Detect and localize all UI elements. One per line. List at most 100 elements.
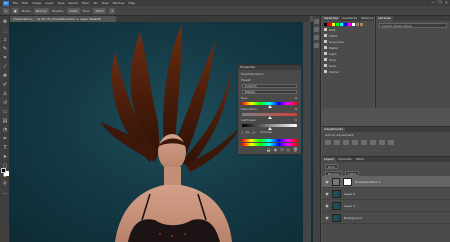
layer-opacity-field[interactable]: 100% — [344, 171, 360, 176]
layer-kind-filter[interactable]: Kind — [325, 164, 338, 169]
properties-title[interactable]: Properties — [238, 65, 301, 70]
layer-row[interactable]: ◉ Layer 2 — [322, 188, 450, 200]
tab-channels[interactable]: Channels — [336, 157, 354, 162]
eyedropper-subtract-icon[interactable]: ⁄− — [253, 130, 257, 135]
swatch-folder[interactable]: CMYK — [324, 33, 374, 38]
flow-field[interactable]: 100% — [93, 7, 106, 14]
airbrush-icon[interactable]: ✈ — [108, 7, 116, 14]
swatch-color[interactable] — [324, 23, 327, 26]
swatch-color[interactable] — [344, 23, 347, 26]
character-panel-icon[interactable] — [314, 43, 319, 48]
levels-icon[interactable] — [334, 140, 340, 145]
visibility-eye-icon[interactable]: ◉ — [325, 179, 329, 184]
adjustment-thumbnail[interactable] — [332, 177, 340, 186]
visibility-eye-icon[interactable]: ◉ — [325, 191, 329, 196]
hue-slider[interactable] — [242, 102, 297, 108]
swatch-folder[interactable]: RGB — [324, 27, 374, 32]
eyedropper-add-icon[interactable]: ⁄+ — [246, 130, 250, 135]
swatch-color[interactable] — [356, 23, 359, 26]
layer-thumbnail[interactable] — [332, 213, 341, 222]
brush-tool-icon[interactable]: ✐ — [2, 82, 8, 88]
library-search-input[interactable]: Search Adobe Stock — [379, 23, 447, 28]
canvas-scrollbar[interactable] — [303, 22, 311, 242]
tab-adjustments[interactable]: Adjustments — [322, 127, 345, 132]
layer-name[interactable]: Layer 2 — [344, 192, 355, 196]
black-white-icon[interactable] — [388, 140, 394, 145]
foreground-color[interactable] — [1, 168, 6, 173]
swatch-color[interactable] — [348, 23, 351, 26]
color-swatches[interactable] — [1, 168, 9, 176]
layer-thumbnail[interactable] — [332, 189, 341, 198]
tab-layers[interactable]: Layers — [322, 157, 336, 162]
blend-mode-select[interactable]: Normal — [325, 171, 342, 176]
opacity-field[interactable]: 100% — [67, 7, 80, 14]
brush-preset-icon[interactable]: ● — [12, 7, 19, 14]
lightness-slider-thumb[interactable] — [267, 127, 272, 130]
exposure-icon[interactable] — [352, 140, 358, 145]
layer-thumbnail[interactable] — [332, 201, 341, 210]
tab-gradients[interactable]: Gradients — [340, 16, 359, 21]
eyedropper-tool-icon[interactable]: ⁄ — [2, 64, 8, 70]
clip-to-layer-icon[interactable]: ⬓ — [267, 147, 271, 152]
clone-stamp-tool-icon[interactable]: ♙ — [2, 91, 8, 97]
channel-select[interactable]: Master — [242, 90, 297, 94]
tab-swatches[interactable]: Swatches — [322, 16, 341, 21]
vibrance-icon[interactable] — [361, 140, 367, 145]
swatch-color[interactable] — [332, 23, 335, 26]
tab-patterns[interactable]: Patterns — [359, 16, 375, 21]
layer-row[interactable]: ◉ Background — [322, 212, 450, 224]
lasso-tool-icon[interactable]: ↄ — [2, 37, 8, 43]
view-previous-icon[interactable]: ◉ — [274, 147, 278, 152]
eraser-tool-icon[interactable]: ▭ — [2, 109, 8, 115]
swatch-folder[interactable]: Pure — [324, 57, 374, 62]
crop-tool-icon[interactable]: ⌗ — [2, 55, 8, 61]
lightness-value[interactable]: 0 — [295, 118, 297, 122]
brush-settings-icon[interactable] — [314, 27, 319, 32]
saturation-slider[interactable] — [242, 113, 297, 119]
hue-saturation-icon[interactable] — [370, 140, 376, 145]
visibility-icon[interactable]: ◎ — [286, 147, 290, 152]
trash-icon[interactable]: 🗑 — [293, 147, 298, 152]
layer-mask-thumbnail[interactable] — [343, 177, 352, 186]
swatch-color[interactable] — [328, 23, 331, 26]
swatch-color[interactable] — [360, 23, 363, 26]
tab-libraries[interactable]: Libraries — [376, 16, 393, 21]
lightness-slider[interactable] — [242, 124, 297, 130]
gradient-tool-icon[interactable]: ▤ — [2, 118, 8, 124]
colorize-checkbox-label[interactable]: Colorize — [260, 130, 272, 135]
curves-icon[interactable] — [343, 140, 349, 145]
swatch-color[interactable] — [352, 23, 355, 26]
history-panel-icon[interactable] — [314, 19, 319, 24]
history-brush-tool-icon[interactable]: ↺ — [2, 100, 8, 106]
layer-name[interactable]: Layer 1 — [344, 204, 355, 208]
reset-icon[interactable]: ↺ — [280, 147, 283, 152]
mode-select[interactable]: Normal — [33, 7, 49, 14]
swatch-color[interactable] — [340, 23, 343, 26]
home-icon[interactable]: ⌂ — [3, 7, 9, 14]
saturation-value[interactable]: 0 — [295, 107, 297, 111]
eyedropper-icon[interactable]: ⁄ — [242, 130, 243, 135]
brightness-contrast-icon[interactable] — [325, 140, 331, 145]
more-tools-icon[interactable]: … — [2, 190, 8, 196]
visibility-eye-icon[interactable]: ◉ — [325, 203, 329, 208]
marquee-tool-icon[interactable]: ⬚ — [2, 28, 8, 34]
swatch-folder[interactable]: Light — [324, 51, 374, 56]
tab-paths[interactable]: Paths — [354, 157, 366, 162]
pen-tool-icon[interactable]: ✒ — [2, 136, 8, 142]
zoom-tool-icon[interactable]: ⚲ — [2, 181, 8, 187]
type-tool-icon[interactable]: T — [2, 145, 8, 151]
visibility-eye-icon[interactable]: ◉ — [325, 215, 329, 220]
color-balance-icon[interactable] — [379, 140, 385, 145]
swatch-folder[interactable]: Grayscale — [324, 39, 374, 44]
layer-row[interactable]: ◉ Layer 1 — [322, 200, 450, 212]
swatch-folder[interactable]: Dark — [324, 63, 374, 68]
hue-value[interactable]: 0 — [295, 96, 297, 100]
dodge-tool-icon[interactable]: ◔ — [2, 127, 8, 133]
preset-select[interactable]: Custom — [242, 84, 297, 88]
swatch-color[interactable] — [336, 23, 339, 26]
move-tool-icon[interactable]: ✥ — [2, 19, 8, 25]
paragraph-panel-icon[interactable] — [314, 35, 319, 40]
path-select-tool-icon[interactable]: ➤ — [2, 154, 8, 160]
layer-row[interactable]: ◉ Hue/Saturation 1 — [322, 176, 450, 188]
healing-brush-tool-icon[interactable]: ✚ — [2, 73, 8, 79]
